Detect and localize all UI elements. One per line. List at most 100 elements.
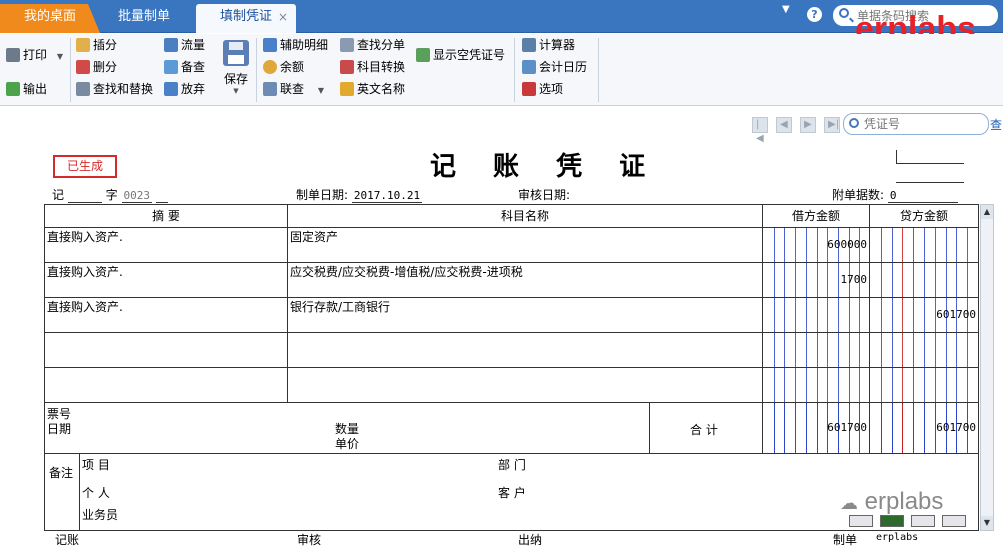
signature-line xyxy=(896,163,964,164)
money-icon[interactable] xyxy=(880,515,904,527)
amount-digit-rule xyxy=(892,298,893,332)
voucher-number-search[interactable] xyxy=(843,113,989,135)
summary-cell[interactable]: 直接购入资产. xyxy=(45,228,288,263)
collapse-icon[interactable] xyxy=(942,515,966,527)
unit-price-label: 单价 xyxy=(335,437,360,451)
amount-digit-rule xyxy=(935,263,936,297)
amount-digit-rule xyxy=(795,368,796,402)
options-button[interactable]: 选项 xyxy=(522,80,563,98)
amount-digit-rule xyxy=(881,263,882,297)
voucher-number-input[interactable] xyxy=(864,117,982,131)
last-page-button[interactable]: ▶| xyxy=(824,117,840,133)
abandon-button[interactable]: 放弃 xyxy=(164,80,205,98)
subject-cell[interactable] xyxy=(288,333,763,368)
help-icon[interactable]: ? xyxy=(807,7,822,22)
cashier-label: 出纳 xyxy=(518,533,543,547)
english-name-button[interactable]: 英文名称 xyxy=(340,80,405,98)
subject-convert-button[interactable]: 科目转换 xyxy=(340,58,405,76)
next-page-button[interactable]: ▶ xyxy=(800,117,816,133)
show-empty-voucher-button[interactable]: 显示空凭证号 xyxy=(416,46,505,64)
scroll-down-icon[interactable]: ▼ xyxy=(981,516,993,530)
output-button[interactable]: 输出 xyxy=(6,80,47,98)
tab-batch-voucher[interactable]: 批量制单 xyxy=(96,4,192,33)
make-date-value[interactable]: 2017.10.21 xyxy=(351,189,423,203)
amount-digit-rule xyxy=(795,333,796,367)
attachments-count[interactable]: 0 xyxy=(887,189,958,203)
summary-cell[interactable]: 直接购入资产. xyxy=(45,263,288,298)
delete-row-button[interactable]: 删分 xyxy=(76,58,117,76)
amount-digit-rule xyxy=(827,333,828,367)
search-link[interactable]: 查 xyxy=(990,116,1002,133)
tab-fill-voucher[interactable]: 填制凭证 × xyxy=(196,4,296,33)
aux-detail-label: 辅助明细 xyxy=(280,38,329,52)
card-icon[interactable] xyxy=(849,515,873,527)
insert-row-button[interactable]: 插分 xyxy=(76,36,117,54)
amount-digit-rule xyxy=(806,403,807,453)
amount-digit-rule xyxy=(956,368,957,402)
voucher-type-field[interactable] xyxy=(67,188,102,203)
chevron-down-icon[interactable]: ▼ xyxy=(57,52,63,61)
debit-cell[interactable]: 600000 xyxy=(763,228,870,263)
debit-cell[interactable]: 1700 xyxy=(763,263,870,298)
customer-label: 客 户 xyxy=(498,486,526,500)
close-icon[interactable]: × xyxy=(278,4,288,30)
amount-digit-rule xyxy=(892,333,893,367)
prev-page-button[interactable]: ◀ xyxy=(776,117,792,133)
amount-digit-rule xyxy=(881,333,882,367)
amount-digit-rule xyxy=(817,263,818,297)
tab-my-desktop[interactable]: 我的桌面 xyxy=(0,4,100,33)
summary-cell[interactable] xyxy=(45,368,288,403)
credit-amount: 601700 xyxy=(936,308,976,321)
calendar-button[interactable]: 会计日历 xyxy=(522,58,587,76)
amount-digit-rule xyxy=(774,263,775,297)
summary-cell[interactable]: 直接购入资产. xyxy=(45,298,288,333)
chevron-down-icon[interactable]: ▼ xyxy=(219,87,253,95)
find-split-button[interactable]: 查找分单 xyxy=(340,36,405,54)
find-replace-button[interactable]: 查找和替换 xyxy=(76,80,153,98)
debit-cell[interactable] xyxy=(763,333,870,368)
dropdown-arrow-icon[interactable]: ▼ xyxy=(782,4,790,15)
tab-bar: 我的桌面 批量制单 填制凭证 × ▼ ? xyxy=(0,0,1003,33)
aux-detail-icon xyxy=(263,38,277,52)
balance-button[interactable]: 余额 xyxy=(263,58,304,76)
credit-cell[interactable] xyxy=(870,263,978,298)
person-label: 个 人 xyxy=(82,486,110,500)
credit-cell[interactable] xyxy=(870,333,978,368)
aux-detail-button[interactable]: 辅助明细 xyxy=(263,36,328,54)
save-button[interactable]: 保存 ▼ xyxy=(219,40,253,100)
subject-cell[interactable]: 固定资产 xyxy=(288,228,763,263)
debit-cell[interactable] xyxy=(763,298,870,333)
attachments-label: 附单据数: xyxy=(832,188,885,202)
first-page-button[interactable]: |◀ xyxy=(752,117,768,144)
print-button[interactable]: 打印 ▼ xyxy=(6,46,63,64)
separator xyxy=(256,38,257,102)
backup-button[interactable]: 备查 xyxy=(164,58,205,76)
credit-cell[interactable] xyxy=(870,228,978,263)
flow-button[interactable]: 流量 xyxy=(164,36,205,54)
amount-digit-rule xyxy=(924,228,925,262)
summary-text: 直接购入资产. xyxy=(47,265,123,279)
calculator-button[interactable]: 计算器 xyxy=(522,36,575,54)
subject-cell[interactable] xyxy=(288,368,763,403)
total-credit: 601700 xyxy=(936,421,976,434)
link-query-button[interactable]: 联查 ▼ xyxy=(263,80,324,98)
vertical-scrollbar[interactable]: ▲ ▼ xyxy=(980,204,994,531)
amount-digit-rule xyxy=(795,298,796,332)
credit-cell[interactable] xyxy=(870,368,978,403)
voucher-number[interactable]: 0023 xyxy=(121,189,153,203)
search-icon xyxy=(849,118,859,128)
scroll-up-icon[interactable]: ▲ xyxy=(981,205,993,219)
amount-digit-rule xyxy=(902,368,903,402)
chevron-down-icon[interactable]: ▼ xyxy=(318,86,324,95)
subject-cell[interactable]: 应交税费/应交税费-增值税/应交税费-进项税 xyxy=(288,263,763,298)
amount-digit-rule xyxy=(838,333,839,367)
remarks-label: 备注 xyxy=(49,466,74,480)
signature-line xyxy=(896,182,964,183)
subject-cell[interactable]: 银行存款/工商银行 xyxy=(288,298,763,333)
summary-cell[interactable] xyxy=(45,333,288,368)
debit-cell[interactable] xyxy=(763,368,870,403)
credit-cell[interactable]: 601700 xyxy=(870,298,978,333)
edit-icon[interactable] xyxy=(911,515,935,527)
amount-digit-rule xyxy=(817,298,818,332)
save-icon xyxy=(223,40,249,66)
